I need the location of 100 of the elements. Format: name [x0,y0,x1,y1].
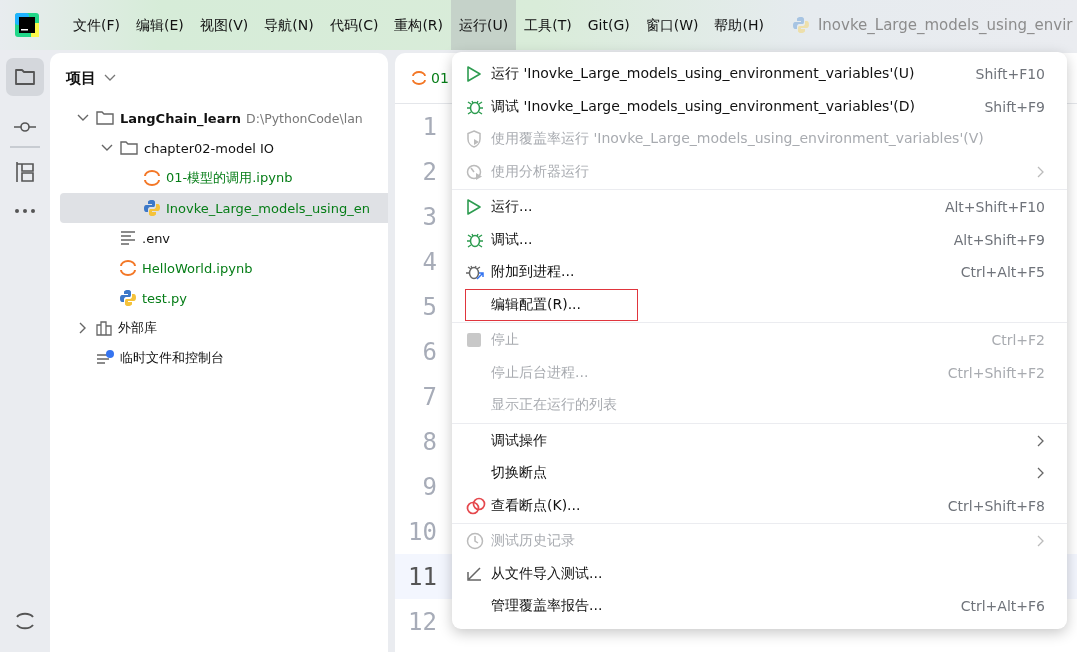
play-icon [466,65,482,84]
line-number: 10 [407,517,437,546]
notebook-icon [143,169,161,187]
menu-item-label: 查看断点(K)... [491,496,581,515]
tree-row[interactable]: HelloWorld.ipynb [60,253,388,283]
path-text: D:\PythonCode\lan [246,110,363,126]
tree-item-label: HelloWorld.ipynb [142,260,253,276]
shortcut-text: Ctrl+F2 [991,332,1045,349]
line-number: 9 [421,472,437,501]
menu-item[interactable]: 从文件导入测试... [452,557,1067,590]
menu-item-label: 运行... [491,198,533,217]
menu-item-label: 编辑配置(R)... [466,289,637,320]
scratch-file-icon [95,349,115,367]
menu-item[interactable]: 编辑配置(R)... [452,288,1067,321]
menu-item[interactable]: 调试操作 [452,424,1067,457]
menu-item[interactable]: 查看断点(K)... Ctrl+Shift+F8 [452,489,1067,522]
line-number: 5 [421,292,437,321]
shortcut-text: Ctrl+Alt+F6 [960,598,1045,615]
menu-item[interactable]: 管理覆盖率报告... Ctrl+Alt+F6 [452,590,1067,623]
menu-item[interactable]: 文件(F) [65,0,128,50]
menu-item[interactable]: 运行... Alt+Shift+F10 [452,191,1067,224]
python-icon [143,199,161,217]
tree-item-label: 01-模型的调用.ipynb [166,169,293,187]
stop-icon [466,332,482,349]
tree-item-label: Inovke_Large_models_using_en [166,200,370,216]
line-number: 8 [421,427,437,456]
menu-item-label: 运行 'Inovke_Large_models_using_environment_variables'(U) [491,65,915,84]
tree-item-label: LangChain_learn [120,110,242,126]
folder-icon [95,109,115,127]
menu-item[interactable]: 切换断点 [452,457,1067,490]
menu-item[interactable]: 编辑(E) [128,0,192,50]
menu-item-label: 调试... [491,230,533,249]
line-number: 11 [407,562,437,591]
chevron-down-icon[interactable] [104,74,116,82]
line-number: 3 [421,202,437,231]
tree-row[interactable]: Inovke_Large_models_using_en [60,193,388,223]
breakpoints-icon [466,496,486,515]
menu-item-label: 使用分析器运行 [491,162,589,181]
shortcut-text: Ctrl+Shift+F2 [947,364,1045,381]
line-number: 1 [421,112,437,141]
menu-item[interactable]: 导航(N) [256,0,322,50]
menu-item[interactable]: 重构(R) [386,0,452,50]
tree-row[interactable]: .env [60,223,388,253]
menu-item[interactable]: 帮助(H) [706,0,772,50]
menu-item-label: 调试操作 [491,431,547,450]
text-file-icon [119,230,137,246]
commit-icon[interactable] [13,120,37,134]
panel-title[interactable]: 项目 [66,68,96,88]
project-tool-button[interactable] [6,58,44,96]
gauge-icon [466,162,484,181]
shortcut-text: Alt+Shift+F9 [953,231,1045,248]
notebook-icon [119,259,137,277]
tree-item-label: 外部库 [118,319,157,337]
tree-row[interactable]: chapter02-model IO [60,133,388,163]
menu-item-label: 切换断点 [491,464,547,483]
menu-item-label: 测试历史记录 [491,532,575,551]
menu-item-label: 停止 [491,331,519,350]
play-icon [466,198,482,217]
line-number: 4 [421,247,437,276]
more-icon[interactable] [14,208,36,214]
tree-row[interactable]: test.py [60,283,388,313]
menu-item[interactable]: 代码(C) [321,0,387,50]
tree-row[interactable]: LangChain_learn D:\PythonCode\lan [60,103,388,133]
folder-icon [14,67,36,87]
menu-item[interactable]: 运行 'Inovke_Large_models_using_environment_variables'(U) Shift+F10 [452,58,1067,91]
shortcut-text: Shift+F10 [975,66,1045,83]
menu-item[interactable]: 调试... Alt+Shift+F9 [452,223,1067,256]
chevron-down-icon[interactable] [77,114,89,122]
line-number: 2 [421,157,437,186]
structure-icon[interactable] [14,160,36,184]
line-number: 6 [421,337,437,366]
menu-item[interactable]: 窗口(W) [637,0,707,50]
menu-item-label: 停止后台进程... [491,363,589,382]
shortcut-text: Ctrl+Shift+F8 [947,497,1045,514]
bug-arrow-icon [466,263,484,282]
menu-item[interactable]: 视图(V) [191,0,257,50]
menu-item[interactable]: 工具(T) [516,0,580,50]
app-logo-icon [15,13,39,37]
shortcut-text: Alt+Shift+F10 [944,199,1045,216]
menu-item[interactable]: Git(G) [579,0,638,50]
python-icon [119,289,137,307]
menu-item[interactable]: 调试 'Inovke_Large_models_using_environment_variables'(D) Shift+F9 [452,90,1067,123]
menu-item-label: 管理覆盖率报告... [491,597,603,616]
menu-item[interactable]: 附加到进程... Ctrl+Alt+F5 [452,256,1067,289]
menu-item-label: 使用覆盖率运行 'Inovke_Large_models_using_environment_variables'(V) [491,130,984,149]
menu-item[interactable]: 运行(U) [451,0,517,50]
notebook-icon [411,70,427,86]
tree-item-label: .env [142,230,171,246]
menu-item-label: 调试 'Inovke_Large_models_using_environment_variables'(D) [491,97,915,116]
tree-row[interactable]: 外部库 [60,313,388,343]
notebook-icon[interactable] [15,610,35,632]
tree-row[interactable]: 临时文件和控制台 [60,343,388,373]
chevron-right-icon[interactable] [79,322,87,334]
chevron-down-icon[interactable] [101,144,113,152]
python-icon [791,16,810,34]
shortcut-text: Ctrl+Alt+F5 [960,264,1045,281]
editor-tab[interactable]: 01 [411,70,449,86]
tree-item-label: chapter02-model IO [144,140,274,156]
tree-row[interactable]: 01-模型的调用.ipynb [60,163,388,193]
menu-item-label: 附加到进程... [491,263,575,282]
